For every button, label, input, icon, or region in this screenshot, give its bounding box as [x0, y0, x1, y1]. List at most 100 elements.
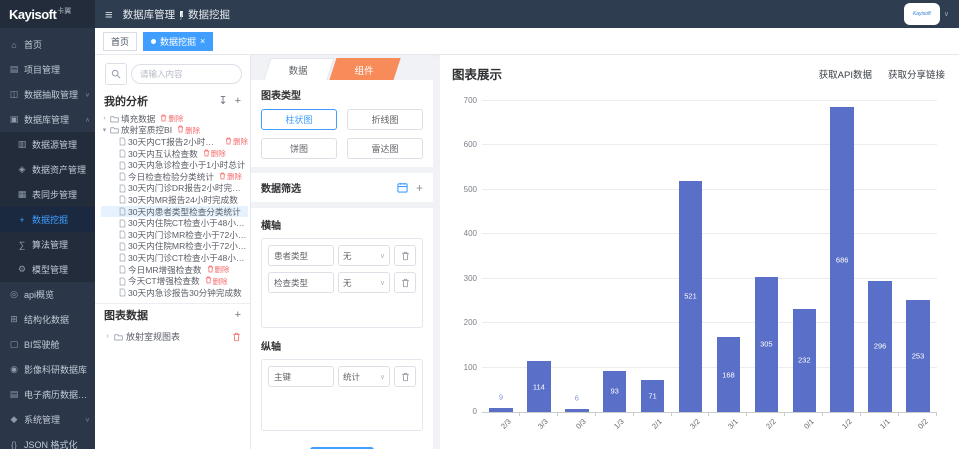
hamburger-icon[interactable]: ≡	[105, 8, 113, 21]
sidebar-item-label: 数据库管理	[24, 113, 80, 126]
delete-badge-label: 删除	[185, 125, 200, 136]
close-icon[interactable]: ×	[200, 37, 205, 46]
sidebar-item-system[interactable]: ◆系统管理∨	[0, 407, 95, 432]
x-axis-tick	[708, 412, 709, 416]
tab-home[interactable]: 首页	[103, 32, 137, 51]
calendar-icon[interactable]	[397, 182, 408, 193]
sidebar-item-data-asset[interactable]: ◈数据资产管理	[0, 157, 95, 182]
delete-badge[interactable]: 删除	[225, 136, 248, 147]
axes-section: 横轴 患者类型无∨检查类型无∨ 纵轴 主键统计∨	[251, 208, 433, 439]
sidebar-item-data-extract[interactable]: ◫数据抽取管理∨	[0, 82, 95, 107]
sidebar-item-data-mining[interactable]: +数据挖掘	[0, 207, 95, 232]
tree-item[interactable]: 30天内互认检查数删除	[101, 148, 248, 160]
delete-badge[interactable]: 删除	[207, 264, 230, 275]
chart-type-radar-button[interactable]: 雷达图	[347, 138, 423, 159]
remove-field-button[interactable]	[394, 366, 416, 387]
sidebar-item-bi-dashboard[interactable]: ▢BI驾驶舱	[0, 332, 95, 357]
sidebar-item-model[interactable]: ⚙模型管理	[0, 257, 95, 282]
tree-item[interactable]: 30天内门诊DR报告2小时完成数	[101, 183, 248, 195]
doc-icon	[119, 242, 126, 251]
x-axis-agg-select[interactable]: 无∨	[338, 272, 390, 293]
y-axis-agg-select[interactable]: 统计∨	[338, 366, 390, 387]
search-icon[interactable]	[105, 63, 127, 85]
tree-item[interactable]: 30天内住院MR检查小于72小时总计	[101, 241, 248, 253]
tree-item[interactable]: 今日检查检验分类统计删除	[101, 171, 248, 183]
tree-item[interactable]: 30天内门诊MR检查小于72小时总计	[101, 229, 248, 241]
logo-suffix: 卡翼	[57, 6, 71, 16]
sidebar-item-emr-qc[interactable]: ▤电子病历数据质控	[0, 382, 95, 407]
add-filter-icon[interactable]: +	[416, 182, 423, 194]
delete-badge[interactable]: 删除	[160, 113, 183, 124]
chart-type-line-button[interactable]: 折线图	[347, 109, 423, 130]
chart-slot: 1683/1	[710, 101, 748, 412]
tree-item[interactable]: 30天内患者类型检查分类统计	[101, 206, 248, 218]
left-panel-spacer	[95, 346, 250, 449]
avatar[interactable]: Kayisoft	[904, 3, 940, 25]
trash-icon	[225, 137, 232, 147]
tree-item[interactable]: 30天内住院CT检查小于48小时总计	[101, 217, 248, 229]
trash-icon	[177, 125, 184, 135]
sidebar-item-label: BI驾驶舱	[24, 338, 90, 351]
sidebar-item-project[interactable]: ▤项目管理	[0, 57, 95, 82]
get-api-data-link[interactable]: 获取API数据	[819, 67, 872, 81]
tree-item[interactable]: ›填充数据删除	[101, 113, 248, 125]
tree-item[interactable]: ▾放射室质控BI删除	[101, 125, 248, 137]
x-tick-label: 2/2	[764, 417, 778, 431]
tab-data[interactable]: 数据	[263, 58, 334, 80]
sidebar-item-database[interactable]: ▣数据库管理∧	[0, 107, 95, 132]
structured-data-icon: ⊞	[9, 314, 19, 325]
emr-qc-icon: ▤	[9, 389, 19, 400]
tree-item[interactable]: 30天内CT报告2小时完成数删除	[101, 136, 248, 148]
search-input[interactable]	[131, 64, 242, 84]
add-chart-icon[interactable]: +	[235, 310, 241, 321]
tree-item[interactable]: 30天内MR报告24小时完成数	[101, 194, 248, 206]
import-icon[interactable]: ↧	[218, 96, 227, 107]
sidebar-item-structured-data[interactable]: ⊞结构化数据	[0, 307, 95, 332]
chart-bar: 93	[603, 371, 627, 412]
tree-item[interactable]: 30天内门诊CT检查小于48小时总计	[101, 252, 248, 264]
tree-item[interactable]: 今日MR增强检查数删除	[101, 264, 248, 276]
remove-field-button[interactable]	[394, 245, 416, 266]
trash-icon	[207, 265, 214, 275]
get-share-link[interactable]: 获取分享链接	[888, 67, 945, 81]
sidebar-item-label: 首页	[24, 38, 90, 51]
delete-badge-label: 删除	[227, 171, 242, 182]
x-axis-field[interactable]: 检查类型	[268, 272, 334, 293]
sidebar-item-imaging-db[interactable]: ◉影像科研数据库	[0, 357, 95, 382]
delete-badge[interactable]: 删除	[205, 276, 228, 287]
delete-badge[interactable]: 删除	[219, 171, 242, 182]
x-axis-agg-select[interactable]: 无∨	[338, 245, 390, 266]
sidebar-item-label: 系统管理	[24, 413, 80, 426]
sidebar-item-label: 数据资产管理	[32, 163, 90, 176]
tree-item[interactable]: 30天内急诊报告30分钟完成数	[101, 287, 248, 299]
tab-data-mining[interactable]: 数据挖掘 ×	[143, 32, 213, 51]
x-axis-field[interactable]: 患者类型	[268, 245, 334, 266]
chart-type-section: 图表类型 柱状图 折线图 饼图 雷达图	[251, 80, 433, 167]
delete-badge[interactable]: 删除	[177, 125, 200, 136]
tab-component[interactable]: 组件	[329, 58, 400, 80]
tree-item[interactable]: 30天内急诊检查小于1小时总计	[101, 159, 248, 171]
chart-type-pie-button[interactable]: 饼图	[261, 138, 337, 159]
analysis-panel: 我的分析 ↧ + ›填充数据删除▾放射室质控BI删除30天内CT报告2小时完成数…	[95, 55, 251, 449]
project-icon: ▤	[9, 64, 19, 75]
chevron-up-icon: ∧	[85, 116, 90, 122]
api-icon: ◎	[9, 289, 19, 300]
add-analysis-icon[interactable]: +	[235, 96, 241, 107]
delete-trash-icon[interactable]	[232, 332, 241, 342]
sidebar-item-label: 模型管理	[32, 263, 90, 276]
tab-data-label: 数据	[289, 63, 308, 77]
tree-item[interactable]: 今天CT增强检查数删除	[101, 275, 248, 287]
sidebar-item-data-source[interactable]: ▥数据源管理	[0, 132, 95, 157]
remove-field-button[interactable]	[394, 272, 416, 293]
sidebar-item-api[interactable]: ◎api概览	[0, 282, 95, 307]
delete-badge[interactable]: 删除	[203, 148, 226, 159]
y-axis-field[interactable]: 主键	[268, 366, 334, 387]
sidebar-item-table-sync[interactable]: ▦表同步管理	[0, 182, 95, 207]
sidebar-item-home[interactable]: ⌂首页	[0, 32, 95, 57]
sidebar-item-algorithm[interactable]: ∑算法管理	[0, 232, 95, 257]
agg-select-value: 无	[343, 277, 352, 289]
chart-type-bar-button[interactable]: 柱状图	[261, 109, 337, 130]
chart-data-item[interactable]: › 放射室规图表	[95, 327, 250, 346]
doc-icon	[119, 207, 126, 216]
sidebar-item-json[interactable]: {}JSON 格式化	[0, 432, 95, 449]
